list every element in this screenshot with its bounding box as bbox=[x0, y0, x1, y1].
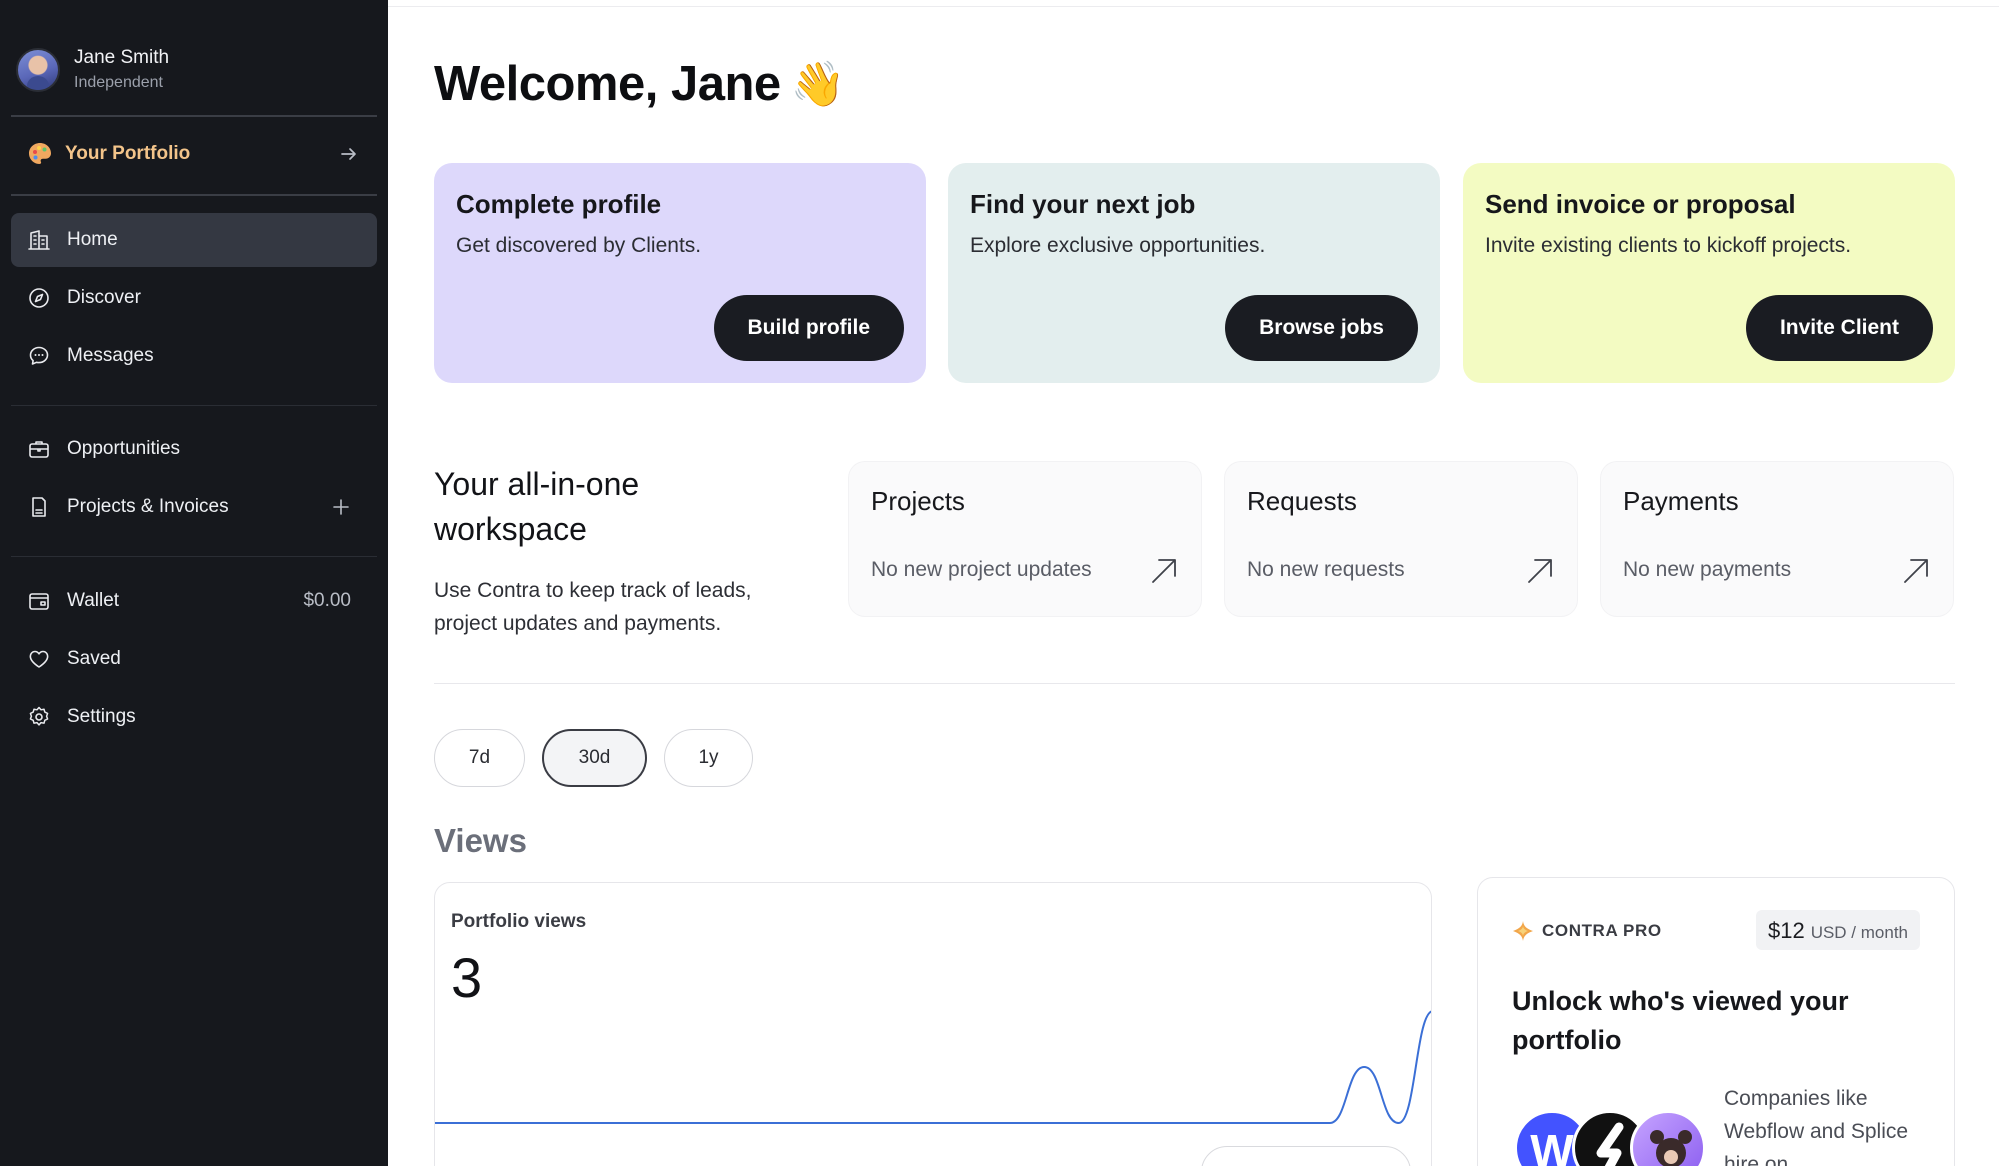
invite-client-button[interactable]: Invite Client bbox=[1745, 295, 1933, 361]
build-profile-button[interactable]: Build profile bbox=[713, 295, 904, 361]
contra-pro-brand: CONTRA PRO bbox=[1512, 920, 1662, 942]
contra-star-icon bbox=[1513, 921, 1533, 941]
sidebar-item-messages[interactable]: Messages bbox=[11, 329, 377, 383]
card-description: Get discovered by Clients. bbox=[456, 234, 702, 257]
top-border bbox=[388, 6, 1999, 7]
pro-title: Unlock who's viewed your portfolio bbox=[1512, 986, 1849, 1055]
sidebar-item-home[interactable]: Home bbox=[11, 213, 377, 267]
wallet-icon bbox=[29, 593, 49, 610]
user-info: Jane Smith Independent bbox=[74, 46, 169, 94]
user-role: Independent bbox=[74, 74, 163, 91]
price-badge: $12 USD / month bbox=[1755, 910, 1920, 950]
add-project-button[interactable] bbox=[331, 497, 351, 517]
workspace-description: Use Contra to keep track of leads, proje… bbox=[434, 579, 752, 635]
sidebar-divider bbox=[11, 194, 377, 196]
card-title: Find your next job bbox=[970, 189, 1196, 219]
section-divider bbox=[434, 683, 1955, 684]
arrow-right-icon bbox=[341, 148, 356, 160]
arrow-up-right-icon bbox=[1528, 559, 1552, 583]
your-portfolio-link[interactable]: Your Portfolio bbox=[11, 130, 377, 178]
card-description: Explore exclusive opportunities. bbox=[970, 234, 1266, 257]
palette-icon bbox=[29, 143, 51, 164]
views-series-line bbox=[435, 1010, 1431, 1124]
pro-description: Companies like Webflow and Splice hire o… bbox=[1724, 1087, 1909, 1166]
arrow-up-right-icon bbox=[1904, 559, 1928, 583]
requests-tile[interactable]: Requests No new requests bbox=[1225, 462, 1577, 616]
briefcase-icon bbox=[29, 441, 49, 458]
sidebar-item-settings[interactable]: Settings bbox=[11, 690, 377, 744]
range-1y-button[interactable]: 1y bbox=[664, 729, 753, 787]
your-portfolio-label: Your Portfolio bbox=[65, 143, 191, 164]
tile-title: Payments bbox=[1623, 486, 1739, 516]
find-job-card: Find your next job Explore exclusive opp… bbox=[948, 163, 1440, 383]
workspace-title: Your all-in-one workspace bbox=[434, 466, 640, 547]
user-profile[interactable]: Jane Smith Independent bbox=[16, 46, 169, 94]
browse-jobs-button[interactable]: Browse jobs bbox=[1225, 295, 1418, 361]
send-invoice-card: Send invoice or proposal Invite existing… bbox=[1463, 163, 1955, 383]
sidebar-item-discover[interactable]: Discover bbox=[11, 271, 377, 325]
page-title: Welcome, Jane 👋 bbox=[434, 56, 845, 112]
sidebar-item-opportunities[interactable]: Opportunities bbox=[11, 422, 377, 476]
company-logo bbox=[1630, 1110, 1706, 1166]
building-icon bbox=[28, 230, 50, 250]
projects-tile[interactable]: Projects No new project updates bbox=[849, 462, 1201, 616]
views-heading: Views bbox=[434, 822, 527, 859]
waving-hand-icon: 👋 bbox=[790, 60, 846, 109]
card-title: Send invoice or proposal bbox=[1485, 189, 1796, 219]
document-icon bbox=[32, 497, 46, 517]
heart-icon bbox=[29, 650, 49, 668]
portfolio-views-card: Portfolio views 3 Show portfolio bbox=[434, 882, 1432, 1166]
tile-status: No new requests bbox=[1247, 558, 1405, 581]
contra-pro-label: CONTRA PRO bbox=[1542, 921, 1662, 940]
compass-icon bbox=[29, 288, 49, 308]
tile-status: No new project updates bbox=[871, 558, 1092, 581]
price-amount: $12 bbox=[1767, 918, 1805, 943]
range-30d-button[interactable]: 30d bbox=[542, 729, 647, 787]
welcome-text: Welcome, Jane bbox=[434, 57, 781, 111]
contra-pro-card: CONTRA PRO $12 USD / month Unlock who's … bbox=[1477, 877, 1955, 1166]
sidebar-item-label: Messages bbox=[67, 345, 154, 366]
sidebar-item-label: Discover bbox=[67, 287, 141, 308]
sidebar-item-label: Projects & Invoices bbox=[67, 496, 229, 517]
payments-tile[interactable]: Payments No new payments bbox=[1601, 462, 1953, 616]
avatar[interactable] bbox=[16, 48, 60, 92]
sidebar-divider bbox=[11, 556, 377, 557]
chat-bubble-icon bbox=[29, 346, 49, 365]
price-unit: USD / month bbox=[1810, 923, 1908, 942]
sidebar-item-label: Home bbox=[67, 229, 118, 250]
wallet-balance: $0.00 bbox=[303, 590, 351, 611]
user-name: Jane Smith bbox=[74, 47, 170, 68]
sidebar-item-label: Opportunities bbox=[67, 438, 181, 459]
card-description: Invite existing clients to kickoff proje… bbox=[1485, 234, 1852, 257]
sidebar-item-label: Saved bbox=[67, 648, 121, 669]
sidebar-divider bbox=[11, 115, 377, 117]
sidebar: Jane Smith Independent Your Portfolio Ho… bbox=[0, 0, 388, 1166]
tile-status: No new payments bbox=[1623, 558, 1792, 581]
range-7d-button[interactable]: 7d bbox=[434, 729, 525, 787]
card-title: Complete profile bbox=[456, 189, 662, 219]
sidebar-item-saved[interactable]: Saved bbox=[11, 632, 377, 686]
gear-icon bbox=[29, 706, 49, 726]
tile-title: Requests bbox=[1247, 486, 1357, 516]
show-portfolio-button[interactable]: Show portfolio bbox=[1201, 1146, 1411, 1166]
sidebar-item-wallet[interactable]: Wallet $0.00 bbox=[11, 574, 377, 628]
tile-title: Projects bbox=[871, 486, 965, 516]
sidebar-item-label: Wallet bbox=[67, 590, 120, 611]
sidebar-divider bbox=[11, 405, 377, 406]
arrow-up-right-icon bbox=[1152, 559, 1176, 583]
sidebar-item-label: Settings bbox=[67, 706, 136, 727]
complete-profile-card: Complete profile Get discovered by Clien… bbox=[434, 163, 926, 383]
views-line-chart bbox=[435, 1010, 1431, 1124]
sidebar-item-projects-invoices[interactable]: Projects & Invoices bbox=[11, 480, 377, 534]
company-logos: W bbox=[1514, 1110, 1714, 1166]
